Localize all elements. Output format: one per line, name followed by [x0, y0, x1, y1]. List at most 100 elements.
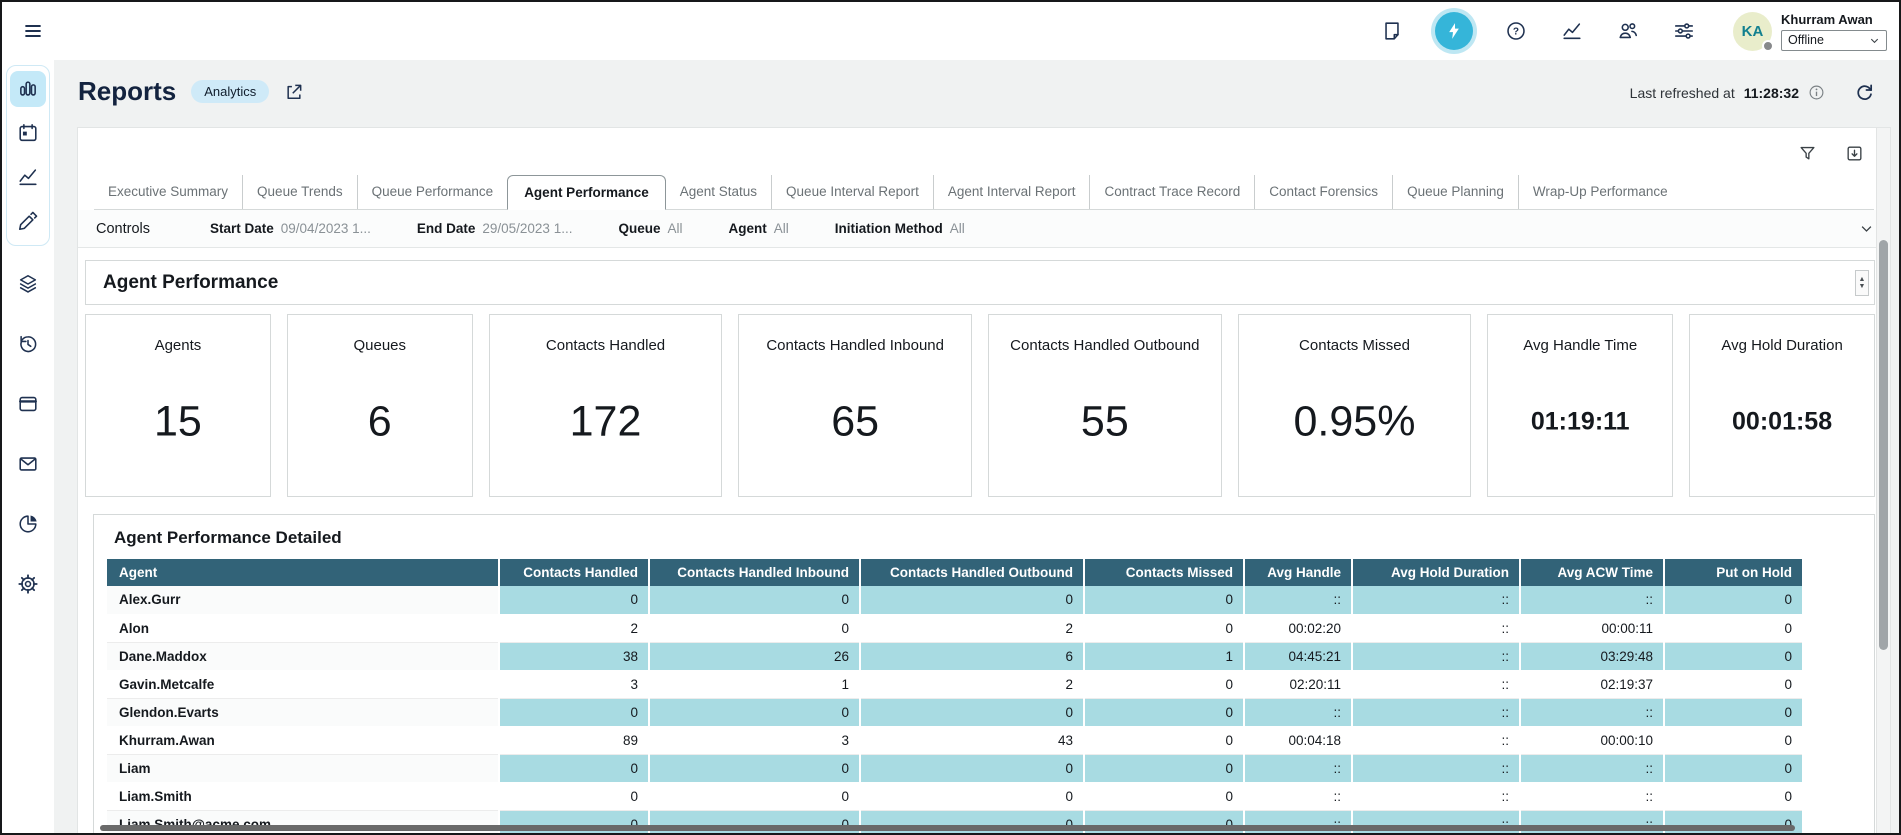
tab-contact-forensics[interactable]: Contact Forensics — [1254, 175, 1392, 209]
controls-collapse-chevron-icon[interactable] — [1859, 221, 1874, 236]
flash-icon[interactable] — [1435, 12, 1473, 50]
kpi-label: Queues — [288, 337, 472, 354]
value-cell: 0 — [860, 782, 1084, 810]
line-chart-icon[interactable] — [1559, 18, 1585, 44]
value-cell: :: — [1352, 726, 1520, 754]
agent-status-value: Offline — [1788, 33, 1824, 47]
filter-end-date[interactable]: End Date29/05/2023 1... — [417, 221, 573, 236]
bar-chart-icon — [17, 78, 39, 100]
download-icon[interactable] — [1845, 144, 1864, 163]
notes-icon[interactable] — [1379, 18, 1405, 44]
sidebar-item-trend-chart[interactable] — [10, 159, 46, 195]
tab-agent-interval-report[interactable]: Agent Interval Report — [933, 175, 1090, 209]
refresh-icon[interactable] — [1854, 82, 1875, 103]
filter-initiation-method[interactable]: Initiation MethodAll — [835, 221, 965, 236]
kpi-card-contacts-handled-outbound: Contacts Handled Outbound55 — [988, 314, 1222, 497]
value-cell: :: — [1352, 586, 1520, 614]
value-cell: 26 — [649, 642, 860, 670]
value-cell: 0 — [1084, 614, 1244, 642]
value-cell: :: — [1520, 698, 1664, 726]
section-heading-box: Agent Performance ▲▼ — [85, 260, 1875, 305]
value-cell: :: — [1244, 586, 1352, 614]
table-row-dane-maddox: Dane.Maddox38266104:45:21::03:29:480 — [107, 642, 1802, 670]
filter-start-date[interactable]: Start Date09/04/2023 1... — [210, 221, 371, 236]
sidebar-item-history[interactable] — [10, 326, 46, 362]
filter-icon[interactable] — [1798, 144, 1817, 163]
vertical-scrollbar-track[interactable] — [1876, 128, 1890, 833]
sidebar-item-layers[interactable] — [10, 266, 46, 302]
horizontal-scrollbar[interactable] — [100, 825, 1795, 831]
value-cell: 0 — [1084, 782, 1244, 810]
sidebar-item-brush[interactable] — [10, 203, 46, 239]
kpi-row: Agents15Queues6Contacts Handled172Contac… — [85, 314, 1875, 497]
value-cell: 6 — [860, 642, 1084, 670]
tab-contract-trace-record[interactable]: Contract Trace Record — [1089, 175, 1254, 209]
report-panel: Executive SummaryQueue TrendsQueue Perfo… — [77, 127, 1891, 833]
sidebar-secondary-group — [2, 266, 54, 602]
status-dot — [1762, 40, 1774, 52]
page-title: Reports — [78, 76, 176, 107]
column-header-avg-acw-time[interactable]: Avg ACW Time — [1520, 559, 1664, 586]
agent-status-select[interactable]: Offline — [1781, 30, 1887, 51]
value-cell: :: — [1244, 754, 1352, 782]
history-icon — [17, 333, 39, 355]
column-header-contacts-handled-inbound[interactable]: Contacts Handled Inbound — [649, 559, 860, 586]
value-cell: :: — [1244, 782, 1352, 810]
value-cell: 02:19:37 — [1520, 670, 1664, 698]
column-header-avg-handle[interactable]: Avg Handle — [1244, 559, 1352, 586]
section-stepper[interactable]: ▲▼ — [1855, 270, 1869, 296]
value-cell: 0 — [1084, 670, 1244, 698]
column-header-contacts-missed[interactable]: Contacts Missed — [1084, 559, 1244, 586]
value-cell: 0 — [1664, 782, 1802, 810]
tab-queue-interval-report[interactable]: Queue Interval Report — [771, 175, 933, 209]
tab-executive-summary[interactable]: Executive Summary — [94, 175, 242, 209]
agent-name-cell: Gavin.Metcalfe — [107, 670, 499, 698]
value-cell: :: — [1352, 670, 1520, 698]
value-cell: :: — [1352, 698, 1520, 726]
external-link-icon[interactable] — [284, 82, 304, 102]
column-header-put-on-hold[interactable]: Put on Hold — [1664, 559, 1802, 586]
agent-performance-table: AgentContacts HandledContacts Handled In… — [107, 559, 1802, 833]
users-icon[interactable] — [1615, 18, 1641, 44]
table-row-khurram-awan: Khurram.Awan89343000:04:18::00:00:100 — [107, 726, 1802, 754]
hamburger-menu-icon[interactable] — [18, 16, 48, 46]
tab-queue-performance[interactable]: Queue Performance — [357, 175, 508, 209]
tab-queue-planning[interactable]: Queue Planning — [1392, 175, 1518, 209]
value-cell: 0 — [1664, 726, 1802, 754]
filter-agent[interactable]: AgentAll — [728, 221, 788, 236]
sidebar-item-window[interactable] — [10, 386, 46, 422]
tab-agent-performance[interactable]: Agent Performance — [507, 175, 666, 210]
value-cell: 0 — [1664, 586, 1802, 614]
kpi-card-avg-hold-duration: Avg Hold Duration00:01:58 — [1689, 314, 1875, 497]
value-cell: 0 — [1664, 754, 1802, 782]
value-cell: 89 — [499, 726, 649, 754]
value-cell: 3 — [649, 726, 860, 754]
column-header-avg-hold-duration[interactable]: Avg Hold Duration — [1352, 559, 1520, 586]
kpi-value: 15 — [86, 397, 270, 446]
kpi-value: 6 — [288, 397, 472, 446]
column-header-contacts-handled-outbound[interactable]: Contacts Handled Outbound — [860, 559, 1084, 586]
tab-wrap-up-performance[interactable]: Wrap-Up Performance — [1518, 175, 1682, 209]
kpi-label: Avg Hold Duration — [1690, 337, 1874, 354]
column-header-agent[interactable]: Agent — [107, 559, 499, 586]
sidebar-item-gear[interactable] — [10, 566, 46, 602]
tab-agent-status[interactable]: Agent Status — [666, 175, 771, 209]
sidebar-item-pie-chart[interactable] — [10, 506, 46, 542]
vertical-scrollbar-thumb[interactable] — [1879, 240, 1888, 650]
value-cell: :: — [1520, 782, 1664, 810]
sliders-icon[interactable] — [1671, 18, 1697, 44]
sidebar-item-bar-chart[interactable] — [10, 71, 46, 107]
sidebar-item-calendar[interactable] — [10, 115, 46, 151]
value-cell: 0 — [860, 754, 1084, 782]
agent-name-cell: Liam — [107, 754, 499, 782]
sidebar-item-mail[interactable] — [10, 446, 46, 482]
layers-icon — [17, 273, 39, 295]
value-cell: 00:02:20 — [1244, 614, 1352, 642]
column-header-contacts-handled[interactable]: Contacts Handled — [499, 559, 649, 586]
sidebar-primary-group — [6, 65, 50, 246]
avatar[interactable]: KA — [1733, 12, 1772, 51]
info-icon[interactable] — [1808, 84, 1825, 101]
tab-queue-trends[interactable]: Queue Trends — [242, 175, 357, 209]
help-icon[interactable]: ? — [1503, 18, 1529, 44]
filter-queue[interactable]: QueueAll — [618, 221, 682, 236]
